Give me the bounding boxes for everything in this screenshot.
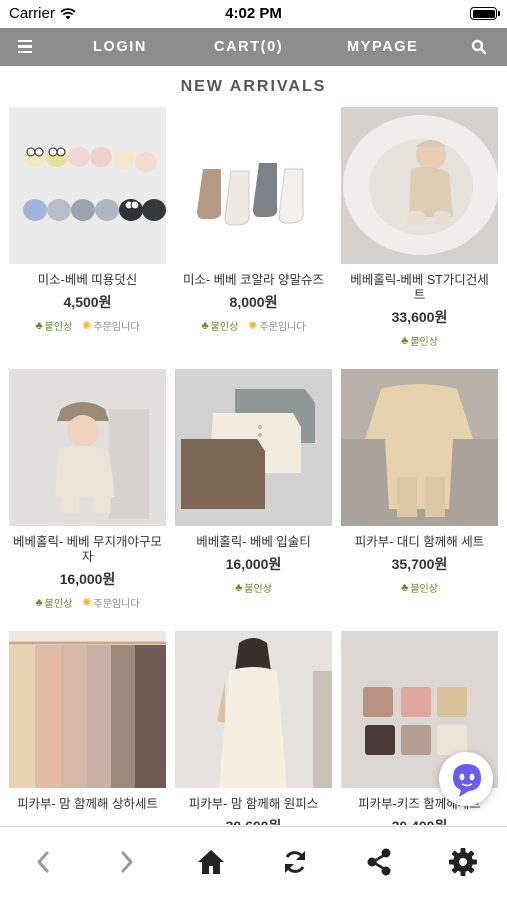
sprout-icon: ♣ bbox=[35, 596, 43, 609]
badge-new: ♣ 붙인상 bbox=[401, 580, 438, 596]
product-badges: ♣ 붙인상 ✺ 주문임니다 bbox=[35, 318, 139, 334]
product-price: 8,000원 bbox=[229, 294, 278, 310]
sun-icon: ✺ bbox=[248, 320, 258, 332]
share-icon bbox=[367, 848, 391, 876]
login-link[interactable]: LOGIN bbox=[93, 39, 147, 55]
product-card[interactable]: 피카부- 맘 함께해 상하세트 bbox=[9, 631, 166, 825]
product-name[interactable]: 피카부- 맘 함께해 원피스 bbox=[179, 797, 329, 812]
battery-icon bbox=[470, 7, 500, 20]
top-nav-bar: LOGIN CART(0) MYPAGE bbox=[0, 28, 507, 66]
badge-new: ♣ 붙인상 bbox=[35, 595, 73, 611]
product-price: 35,700원 bbox=[391, 556, 448, 572]
chevron-right-icon bbox=[121, 851, 133, 873]
search-icon[interactable] bbox=[471, 39, 487, 55]
product-image[interactable] bbox=[175, 107, 332, 264]
product-badges: ♣ 붙인상 bbox=[401, 580, 438, 596]
badge-order: ✺ 주문임니다 bbox=[82, 318, 139, 333]
home-button[interactable] bbox=[196, 847, 226, 877]
product-image[interactable] bbox=[9, 369, 166, 526]
product-card[interactable]: 피카부- 맘 함께해 원피스 30,600원 bbox=[175, 631, 332, 825]
product-image[interactable] bbox=[341, 107, 498, 264]
status-time: 4:02 PM bbox=[225, 5, 282, 22]
product-price: 30,600원 bbox=[226, 816, 282, 825]
sprout-icon: ♣ bbox=[235, 581, 243, 594]
product-badges: ♣ 붙인상 bbox=[401, 333, 438, 349]
product-name[interactable]: 베베홀릭-베베 ST가디건세트 bbox=[345, 273, 495, 303]
badge-label: 붙인상 bbox=[410, 337, 438, 348]
carrier: Carrier bbox=[9, 5, 76, 22]
product-card[interactable]: 미소- 베베 코알라 양말슈즈 8,000원 ♣ 붙인상 ✺ 주문임니다 bbox=[175, 107, 332, 359]
back-button[interactable] bbox=[28, 847, 58, 877]
product-price: 20,400원 bbox=[392, 816, 448, 825]
product-name[interactable]: 미소- 베베 코알라 양말슈즈 bbox=[179, 273, 329, 288]
badge-order: ✺ 주문임니다 bbox=[248, 318, 305, 333]
badge-label: 붙인상 bbox=[244, 584, 272, 595]
badge-label: 주문임니다 bbox=[93, 599, 140, 610]
carrier-label: Carrier bbox=[9, 5, 55, 22]
settings-button[interactable] bbox=[448, 847, 478, 877]
product-name[interactable]: 미소-베베 띠용덧신 bbox=[13, 273, 163, 288]
badge-new: ♣ 붙인상 bbox=[35, 318, 73, 334]
product-price: 4,500원 bbox=[63, 294, 112, 310]
product-price: 16,000원 bbox=[59, 571, 116, 587]
product-image[interactable] bbox=[9, 631, 166, 788]
product-name[interactable]: 피카부- 대디 함께해 세트 bbox=[345, 535, 495, 550]
product-badges: ♣ 붙인상 ✺ 주문임니다 bbox=[35, 595, 139, 611]
refresh-icon bbox=[285, 851, 305, 873]
status-bar: Carrier 4:02 PM bbox=[0, 0, 507, 28]
product-name[interactable]: 피카부- 맘 함께해 상하세트 bbox=[13, 797, 163, 812]
sprout-icon: ♣ bbox=[401, 334, 409, 347]
sun-icon: ✺ bbox=[82, 597, 92, 609]
gear-icon bbox=[449, 848, 477, 876]
chat-bot-button[interactable] bbox=[439, 752, 493, 806]
product-name[interactable]: 베베홀릭- 베베 입술티 bbox=[179, 535, 329, 550]
chat-bot-icon bbox=[453, 764, 481, 797]
sprout-icon: ♣ bbox=[201, 319, 209, 332]
badge-label: 주문임니다 bbox=[93, 322, 140, 333]
product-price: 33,600원 bbox=[391, 309, 448, 325]
mypage-link[interactable]: MYPAGE bbox=[347, 39, 418, 55]
product-badges: ♣ 붙인상 bbox=[235, 580, 272, 596]
share-button[interactable] bbox=[364, 847, 394, 877]
product-grid: 미소-베베 띠용덧신 4,500원 ♣ 붙인상 ✺ 주문임니다 미소- 베베 코알라… bbox=[9, 107, 499, 825]
product-image[interactable] bbox=[175, 631, 332, 788]
badge-label: 붙인상 bbox=[210, 322, 239, 333]
sprout-icon: ♣ bbox=[401, 581, 409, 594]
sun-icon: ✺ bbox=[82, 320, 92, 332]
product-card[interactable]: 베베홀릭-베베 ST가디건세트 33,600원 ♣ 붙인상 bbox=[341, 107, 498, 359]
product-card[interactable]: 피카부- 대디 함께해 세트 35,700원 ♣ 붙인상 bbox=[341, 369, 498, 621]
badge-new: ♣ 붙인상 bbox=[235, 580, 272, 596]
wifi-icon bbox=[60, 7, 76, 19]
badge-label: 붙인상 bbox=[44, 599, 73, 610]
product-image[interactable] bbox=[9, 107, 166, 264]
badge-label: 붙인상 bbox=[410, 584, 438, 595]
product-name[interactable]: 베베홀릭- 베베 무지개야구모자 bbox=[13, 535, 163, 565]
home-icon bbox=[198, 850, 224, 874]
section-title: NEW ARRIVALS bbox=[180, 78, 327, 95]
chevron-left-icon bbox=[37, 851, 49, 873]
badge-new: ♣ 붙인상 bbox=[201, 318, 239, 334]
badge-order: ✺ 주문임니다 bbox=[82, 595, 139, 610]
badge-label: 주문임니다 bbox=[259, 322, 306, 333]
product-card[interactable]: 미소-베베 띠용덧신 4,500원 ♣ 붙인상 ✺ 주문임니다 bbox=[9, 107, 166, 359]
product-card[interactable]: 베베홀릭- 베베 무지개야구모자 16,000원 ♣ 붙인상 ✺ 주문임니다 bbox=[9, 369, 166, 621]
product-image[interactable] bbox=[175, 369, 332, 526]
badge-new: ♣ 붙인상 bbox=[401, 333, 438, 349]
product-card[interactable]: 베베홀릭- 베베 입술티 16,000원 ♣ 붙인상 bbox=[175, 369, 332, 621]
product-price: 16,000원 bbox=[225, 556, 282, 572]
bottom-toolbar bbox=[0, 826, 507, 900]
badge-label: 붙인상 bbox=[44, 322, 73, 333]
refresh-button[interactable] bbox=[280, 847, 310, 877]
product-image[interactable] bbox=[341, 369, 498, 526]
forward-button[interactable] bbox=[112, 847, 142, 877]
sprout-icon: ♣ bbox=[35, 319, 43, 332]
menu-icon[interactable] bbox=[18, 40, 32, 53]
product-badges: ♣ 붙인상 ✺ 주문임니다 bbox=[201, 318, 305, 334]
cart-link[interactable]: CART(0) bbox=[214, 39, 283, 55]
